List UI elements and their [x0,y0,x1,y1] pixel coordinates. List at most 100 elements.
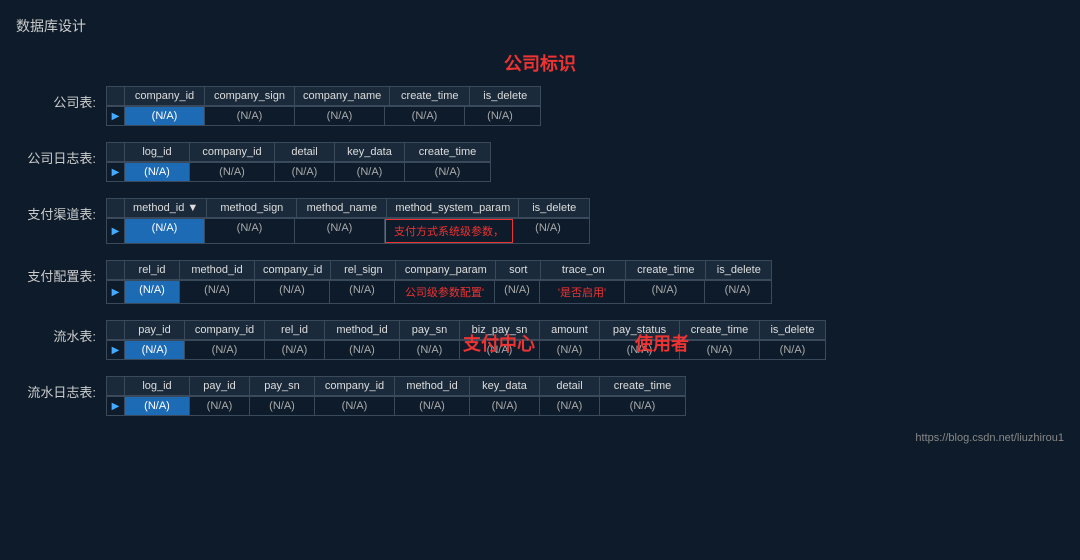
data-cell-5-2: (N/A) [250,397,315,415]
header-cell-4-6: amount [540,321,600,339]
data-cell-2-4: (N/A) [513,219,583,243]
header-cell-0-1: company_sign [205,87,295,105]
header-cell-3-5: sort [496,261,541,279]
header-cell-5-3: company_id [315,377,395,395]
data-cell-5-3: (N/A) [315,397,395,415]
data-cell-0-1: (N/A) [205,107,295,125]
data-cell-4-1: (N/A) [185,341,265,359]
header-cell-1-1: company_id [190,143,275,161]
header-cell-2-3: method_system_param [387,199,519,217]
table-4: pay_idcompany_idrel_idmethod_idpay_snbiz… [106,320,826,360]
data-cell-4-6: (N/A) [540,341,600,359]
header-cell-1-3: key_data [335,143,405,161]
data-cell-4-8: (N/A) [680,341,760,359]
header-cell-4-9: is_delete [760,321,825,339]
data-cell-0-2: (N/A) [295,107,385,125]
header-cell-0-4: is_delete [470,87,540,105]
data-cell-2-3: 支付方式系统级参数， [385,219,513,243]
table-label-5: 流水日志表: [16,376,106,401]
table-section-3: 支付配置表:rel_idmethod_idcompany_idrel_signc… [16,260,1064,304]
header-cell-4-8: create_time [680,321,760,339]
header-cell-2-0: method_id ▼ [125,199,207,217]
table-2: method_id ▼method_signmethod_namemethod_… [106,198,590,244]
data-cell-3-5: (N/A) [495,281,540,303]
table-section-5: 流水日志表:log_idpay_idpay_sncompany_idmethod… [16,376,1064,416]
data-cell-1-2: (N/A) [275,163,335,181]
header-cell-2-1: method_sign [207,199,297,217]
data-cell-3-2: (N/A) [255,281,330,303]
header-cell-5-5: key_data [470,377,540,395]
data-cell-1-1: (N/A) [190,163,275,181]
data-cell-4-7: (N/A) [600,341,680,359]
data-cell-1-0: (N/A) [125,163,190,181]
data-cell-5-5: (N/A) [470,397,540,415]
data-cell-4-0: (N/A) [125,341,185,359]
header-cell-4-4: pay_sn [400,321,460,339]
data-cell-3-0: (N/A) [125,281,180,303]
data-cell-5-0: (N/A) [125,397,190,415]
table-label-3: 支付配置表: [16,260,106,285]
header-cell-4-0: pay_id [125,321,185,339]
data-cell-0-0: (N/A) [125,107,205,125]
data-cell-3-4: 公司级参数配置' [395,281,495,303]
header-cell-0-0: company_id [125,87,205,105]
footer-link: https://blog.csdn.net/liuzhirou1 [16,432,1064,444]
table-3: rel_idmethod_idcompany_idrel_signcompany… [106,260,772,304]
table-1: log_idcompany_iddetailkey_datacreate_tim… [106,142,491,182]
header-cell-1-0: log_id [125,143,190,161]
row-indicator-0: ▶ [107,107,125,125]
data-cell-5-7: (N/A) [600,397,685,415]
header-cell-3-4: company_param [396,261,496,279]
header-cell-5-4: method_id [395,377,470,395]
header-cell-3-1: method_id [180,261,255,279]
data-cell-3-1: (N/A) [180,281,255,303]
data-cell-3-6: '是否启用' [540,281,625,303]
data-cell-2-1: (N/A) [205,219,295,243]
header-cell-4-1: company_id [185,321,265,339]
data-cell-0-3: (N/A) [385,107,465,125]
header-title: 公司标识 [16,50,1064,76]
table-section-2: 支付渠道表:method_id ▼method_signmethod_namem… [16,198,1064,244]
row-indicator-3: ▶ [107,281,125,303]
data-cell-2-0: (N/A) [125,219,205,243]
row-indicator-2: ▶ [107,219,125,243]
header-cell-3-2: company_id [255,261,331,279]
data-cell-2-2: (N/A) [295,219,385,243]
header-cell-5-1: pay_id [190,377,250,395]
table-section-1: 公司日志表:log_idcompany_iddetailkey_datacrea… [16,142,1064,182]
table-label-1: 公司日志表: [16,142,106,167]
header-cell-3-6: trace_on [541,261,626,279]
data-cell-4-2: (N/A) [265,341,325,359]
header-cell-4-3: method_id [325,321,400,339]
header-cell-3-0: rel_id [125,261,180,279]
data-cell-1-4: (N/A) [405,163,490,181]
header-cell-2-2: method_name [297,199,387,217]
data-cell-1-3: (N/A) [335,163,405,181]
header-cell-0-2: company_name [295,87,390,105]
data-cell-4-3: (N/A) [325,341,400,359]
header-cell-4-7: pay_status [600,321,680,339]
data-cell-5-6: (N/A) [540,397,600,415]
row-indicator-5: ▶ [107,397,125,415]
table-label-4: 流水表: [16,320,106,345]
header-cell-1-2: detail [275,143,335,161]
table-label-0: 公司表: [16,86,106,111]
header-cell-4-2: rel_id [265,321,325,339]
header-cell-5-6: detail [540,377,600,395]
header-cell-4-5: biz_pay_sn [460,321,540,339]
header-cell-2-4: is_delete [519,199,589,217]
page-title: 数据库设计 [16,16,1064,36]
table-label-2: 支付渠道表: [16,198,106,223]
data-cell-4-4: (N/A) [400,341,460,359]
data-cell-5-1: (N/A) [190,397,250,415]
data-cell-4-9: (N/A) [760,341,825,359]
data-cell-4-5: (N/A) [460,341,540,359]
table-section-4: 流水表:pay_idcompany_idrel_idmethod_idpay_s… [16,320,1064,360]
table-0: company_idcompany_signcompany_namecreate… [106,86,541,126]
data-cell-3-8: (N/A) [705,281,770,303]
header-cell-5-7: create_time [600,377,685,395]
table-5: log_idpay_idpay_sncompany_idmethod_idkey… [106,376,686,416]
data-cell-5-4: (N/A) [395,397,470,415]
header-cell-3-3: rel_sign [331,261,396,279]
table-section-0: 公司表:company_idcompany_signcompany_namecr… [16,86,1064,126]
